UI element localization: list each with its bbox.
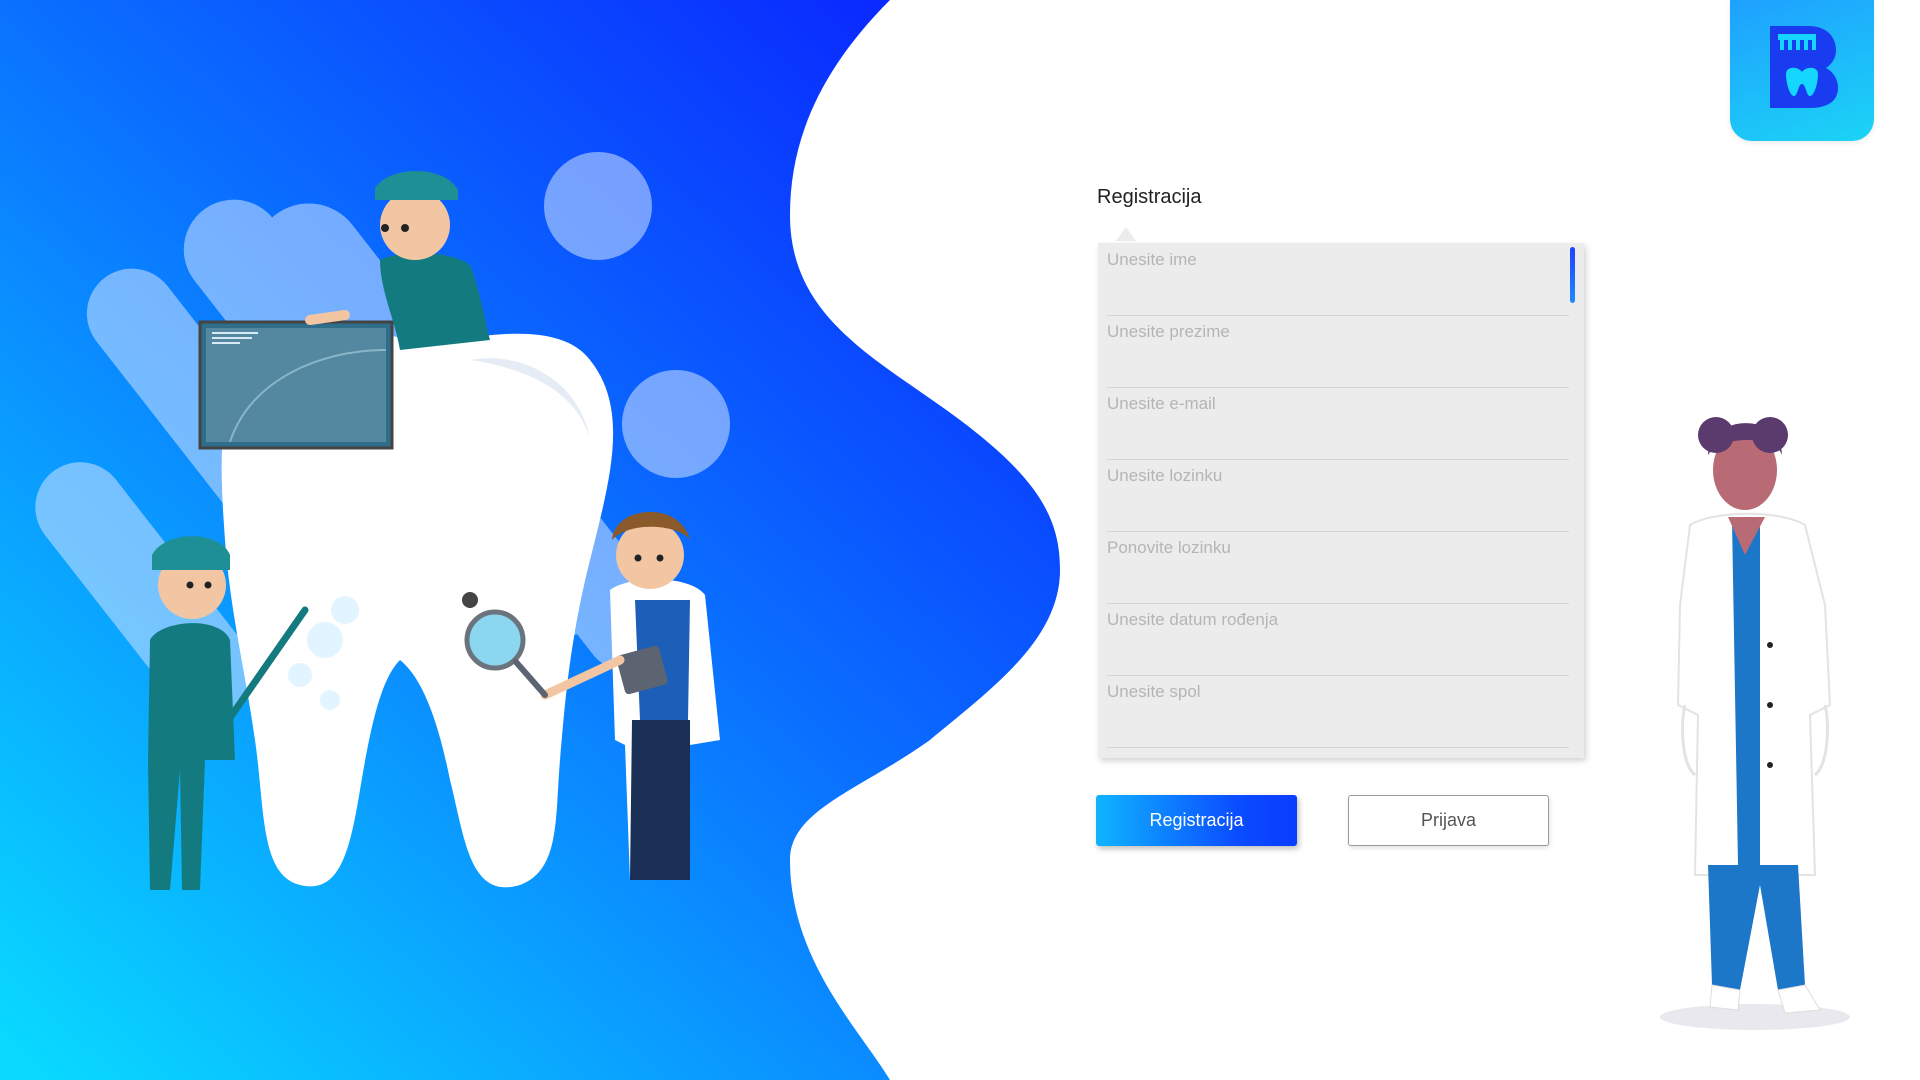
doctor-illustration <box>1660 417 1850 1030</box>
last-name-input[interactable] <box>1107 319 1547 345</box>
form-scrollbar[interactable] <box>1570 247 1575 303</box>
gender-field-row <box>1107 675 1569 748</box>
password-input[interactable] <box>1107 463 1547 489</box>
first-name-input[interactable] <box>1107 247 1547 273</box>
first-name-field-row <box>1107 243 1569 316</box>
last-name-field-row <box>1107 315 1569 388</box>
tooth-logo-icon <box>1770 26 1838 108</box>
birthdate-field-row <box>1107 603 1569 676</box>
form-title: Registracija <box>1097 186 1202 208</box>
register-button[interactable]: Registracija <box>1096 795 1297 846</box>
gender-input[interactable] <box>1107 679 1547 705</box>
email-field-row <box>1107 387 1569 460</box>
form-notch <box>1116 227 1136 241</box>
repeat-password-field-row <box>1107 531 1569 604</box>
birthdate-input[interactable] <box>1107 607 1547 633</box>
login-button[interactable]: Prijava <box>1348 795 1549 846</box>
dentists-illustration <box>35 152 730 890</box>
password-field-row <box>1107 459 1569 532</box>
registration-form <box>1098 243 1584 758</box>
app-logo[interactable] <box>1730 0 1874 141</box>
repeat-password-input[interactable] <box>1107 535 1547 561</box>
email-input[interactable] <box>1107 391 1547 417</box>
